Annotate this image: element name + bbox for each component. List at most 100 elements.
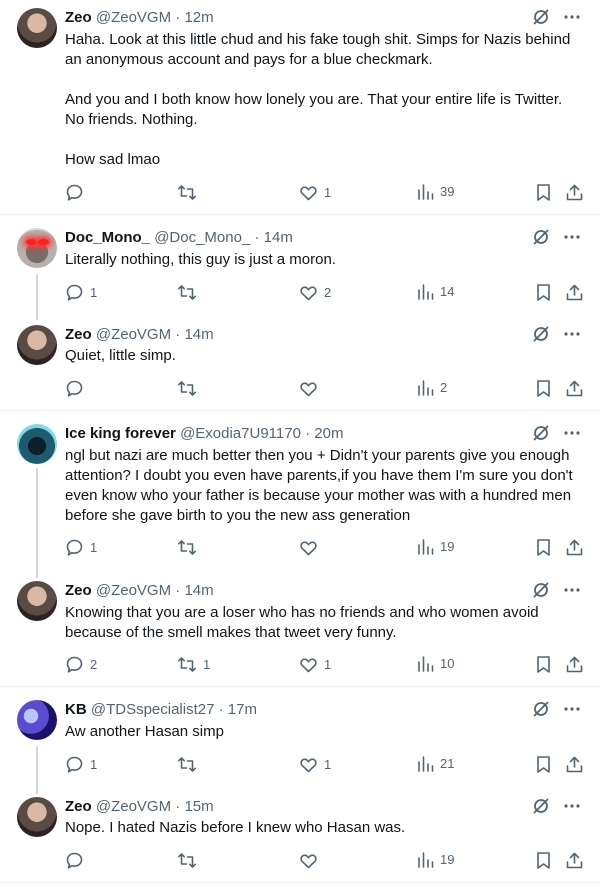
views-button[interactable]: 19: [417, 538, 454, 555]
grok-icon[interactable]: [532, 424, 550, 442]
bookmark-button[interactable]: [535, 379, 552, 398]
avatar[interactable]: [17, 8, 57, 48]
grok-icon[interactable]: [532, 797, 550, 815]
share-button[interactable]: [565, 755, 584, 774]
timestamp[interactable]: 17m: [228, 701, 257, 718]
display-name[interactable]: KB: [65, 701, 87, 718]
grok-icon[interactable]: [532, 581, 550, 599]
retweet-button[interactable]: [177, 183, 203, 202]
share-button[interactable]: [565, 379, 584, 398]
grok-icon[interactable]: [532, 700, 550, 718]
bookmark-button[interactable]: [535, 655, 552, 674]
more-icon[interactable]: [564, 325, 580, 343]
more-icon[interactable]: [564, 700, 580, 718]
reply-button[interactable]: [65, 183, 90, 202]
handle[interactable]: @TDSspecialist27: [91, 701, 215, 718]
timestamp[interactable]: 14m: [184, 326, 213, 343]
handle[interactable]: @ZeoVGM: [96, 798, 171, 815]
like-button[interactable]: [299, 538, 324, 557]
share-button[interactable]: [565, 183, 584, 202]
avatar[interactable]: [17, 797, 57, 837]
grok-icon[interactable]: [532, 325, 550, 343]
reply-button[interactable]: 1: [65, 283, 97, 302]
reply-count: 1: [90, 757, 98, 772]
bookmark-icon: [535, 538, 552, 557]
retweet-button[interactable]: [177, 851, 203, 870]
views-icon: [417, 379, 434, 396]
share-button[interactable]: [565, 538, 584, 557]
more-icon[interactable]: [564, 581, 580, 599]
handle[interactable]: @Doc_Mono_: [154, 229, 250, 246]
bookmark-button[interactable]: [535, 183, 552, 202]
display-name[interactable]: Zeo: [65, 326, 92, 343]
display-name[interactable]: Doc_Mono_: [65, 229, 150, 246]
handle[interactable]: @ZeoVGM: [96, 582, 171, 599]
grok-icon[interactable]: [532, 8, 550, 26]
display-name[interactable]: Zeo: [65, 582, 92, 599]
share-button[interactable]: [565, 655, 584, 674]
more-icon[interactable]: [564, 424, 580, 442]
views-button[interactable]: 39: [417, 183, 454, 200]
timestamp[interactable]: 14m: [264, 229, 293, 246]
more-icon[interactable]: [564, 797, 580, 815]
divider: [0, 686, 600, 687]
retweet-button[interactable]: [177, 283, 203, 302]
reply-button[interactable]: 1: [65, 755, 97, 774]
views-button[interactable]: 2: [417, 379, 447, 396]
more-icon[interactable]: [564, 228, 580, 246]
bookmark-button[interactable]: [535, 851, 552, 870]
tweet-actions: 1 1 21: [65, 755, 585, 775]
like-button[interactable]: 1: [299, 755, 331, 774]
separator-dot: ·: [175, 326, 181, 343]
views-count: 2: [440, 380, 448, 395]
views-button[interactable]: 10: [417, 655, 454, 672]
retweet-button[interactable]: [177, 538, 203, 557]
avatar[interactable]: [17, 228, 57, 268]
avatar[interactable]: [17, 424, 57, 464]
timestamp[interactable]: 20m: [314, 425, 343, 442]
like-button[interactable]: 1: [299, 655, 331, 674]
display-name[interactable]: Zeo: [65, 9, 92, 26]
like-count: 1: [324, 185, 332, 200]
share-button[interactable]: [565, 851, 584, 870]
timestamp[interactable]: 15m: [184, 798, 213, 815]
share-icon: [565, 851, 584, 870]
display-name[interactable]: Ice king forever: [65, 425, 176, 442]
like-button[interactable]: [299, 851, 324, 870]
timestamp[interactable]: 12m: [184, 9, 213, 26]
bookmark-button[interactable]: [535, 538, 552, 557]
reply-count: 1: [90, 285, 98, 300]
like-button[interactable]: 2: [299, 283, 331, 302]
display-name[interactable]: Zeo: [65, 798, 92, 815]
reply-icon: [65, 538, 84, 557]
more-icon[interactable]: [564, 8, 580, 26]
like-button[interactable]: 1: [299, 183, 331, 202]
views-button[interactable]: 21: [417, 755, 454, 772]
avatar[interactable]: [17, 325, 57, 365]
bookmark-button[interactable]: [535, 283, 552, 302]
handle[interactable]: @ZeoVGM: [96, 326, 171, 343]
handle[interactable]: @ZeoVGM: [96, 9, 171, 26]
views-button[interactable]: 19: [417, 851, 454, 868]
avatar[interactable]: [17, 581, 57, 621]
handle[interactable]: @Exodia7U91170: [180, 425, 301, 442]
grok-icon[interactable]: [532, 228, 550, 246]
share-icon: [565, 283, 584, 302]
tweet-text: Knowing that you are a loser who has no …: [65, 604, 543, 641]
reply-button[interactable]: 1: [65, 538, 97, 557]
share-button[interactable]: [565, 283, 584, 302]
views-button[interactable]: 14: [417, 283, 454, 300]
retweet-button[interactable]: [177, 379, 203, 398]
reply-button[interactable]: [65, 851, 90, 870]
views-icon: [417, 538, 434, 555]
reply-button[interactable]: 2: [65, 655, 97, 674]
retweet-button[interactable]: 1: [177, 655, 210, 674]
timestamp[interactable]: 14m: [184, 582, 213, 599]
avatar[interactable]: [17, 700, 57, 740]
reply-count: 1: [90, 540, 98, 555]
reply-button[interactable]: [65, 379, 90, 398]
bookmark-button[interactable]: [535, 755, 552, 774]
tweet-header: Zeo @ZeoVGM · 12m: [65, 8, 214, 28]
like-button[interactable]: [299, 379, 324, 398]
retweet-button[interactable]: [177, 755, 203, 774]
